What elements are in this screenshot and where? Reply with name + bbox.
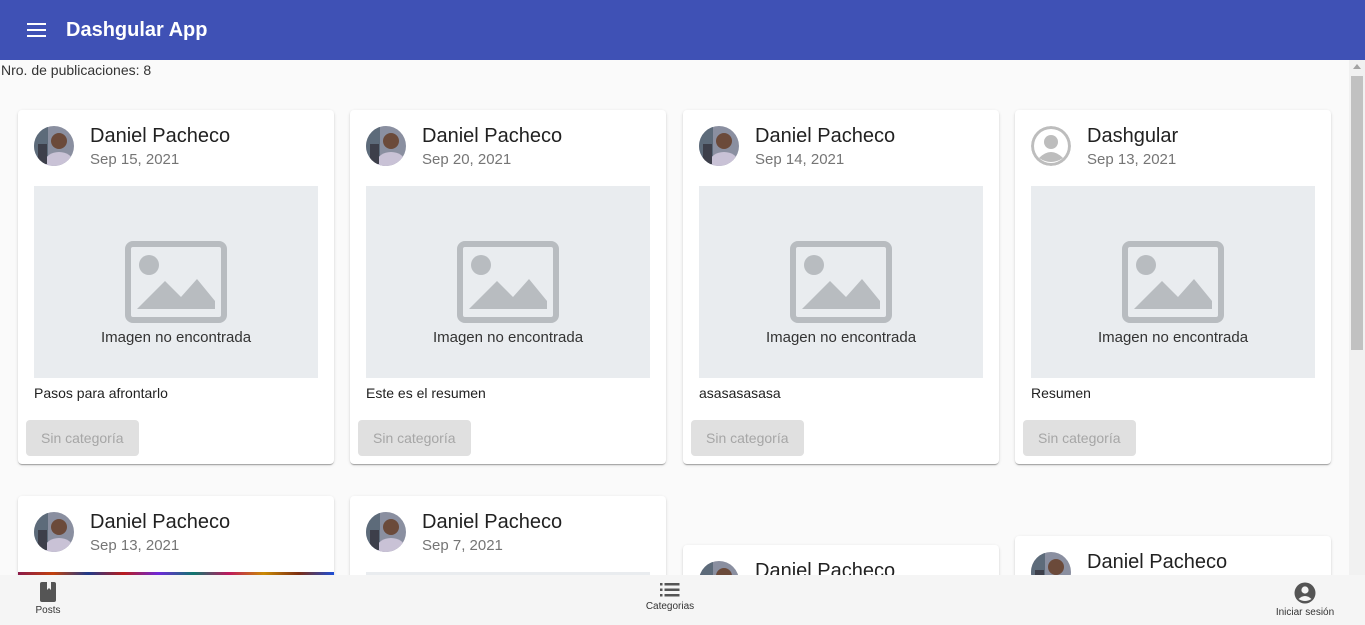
book-icon [40, 582, 56, 602]
bottom-navigation: Posts Categorias Iniciar sesión [0, 575, 1365, 625]
image-placeholder: Imagen no encontrada [366, 186, 650, 378]
post-card[interactable]: Daniel Pacheco Sep 14, 2021 Imagen no en… [683, 110, 999, 464]
image-icon [790, 241, 892, 323]
post-card[interactable]: Daniel Pacheco Sep 20, 2021 Imagen no en… [350, 110, 666, 464]
posts-count: Nro. de publicaciones: 8 [1, 62, 152, 78]
author-name: Daniel Pacheco [422, 511, 563, 533]
nav-categorias[interactable]: Categorias [640, 575, 700, 625]
author-avatar [34, 512, 74, 552]
post-summary: Este es el resumen [366, 385, 486, 401]
post-card[interactable]: Daniel Pacheco Sep 7, 2021 [350, 496, 666, 575]
author-avatar [1031, 552, 1071, 575]
image-placeholder: Imagen no encontrada [699, 186, 983, 378]
image-icon [125, 241, 227, 323]
author-avatar [699, 126, 739, 166]
account-circle-icon [1294, 582, 1316, 604]
author-name: Dashgular [1087, 125, 1179, 147]
nav-categorias-label: Categorias [645, 601, 695, 612]
author-name: Daniel Pacheco [422, 125, 563, 147]
image-placeholder: Imagen no encontrada [1031, 186, 1315, 378]
author-name: Daniel Pacheco [755, 560, 896, 575]
author-avatar [699, 561, 739, 575]
post-date: Sep 13, 2021 [90, 537, 180, 554]
image-placeholder-text: Imagen no encontrada [432, 329, 584, 346]
author-avatar [34, 126, 74, 166]
app-title: Dashgular App [66, 18, 208, 41]
category-button[interactable]: Sin categoría [691, 420, 804, 456]
top-toolbar: Dashgular App [0, 0, 1365, 60]
author-name: Daniel Pacheco [90, 511, 231, 533]
category-button[interactable]: Sin categoría [26, 420, 139, 456]
post-card[interactable]: Daniel Pacheco [683, 545, 999, 575]
category-button[interactable]: Sin categoría [358, 420, 471, 456]
nav-iniciar-sesion[interactable]: Iniciar sesión [1266, 575, 1344, 625]
post-summary: asasasasasa [699, 385, 781, 401]
image-icon [457, 241, 559, 323]
image-placeholder-text: Imagen no encontrada [100, 329, 252, 346]
image-placeholder: Imagen no encontrada [34, 186, 318, 378]
default-user-avatar [1031, 126, 1071, 166]
main-content: Nro. de publicaciones: 8 Daniel Pacheco … [0, 60, 1349, 575]
post-date: Sep 13, 2021 [1087, 151, 1177, 168]
post-card[interactable]: Dashgular Sep 13, 2021 Imagen no encontr… [1015, 110, 1331, 464]
post-date: Sep 14, 2021 [755, 151, 845, 168]
post-date: Sep 15, 2021 [90, 151, 180, 168]
author-name: Daniel Pacheco [90, 125, 231, 147]
post-summary: Resumen [1031, 385, 1091, 401]
post-date: Sep 20, 2021 [422, 151, 512, 168]
image-placeholder-text: Imagen no encontrada [765, 329, 917, 346]
post-date: Sep 7, 2021 [422, 537, 503, 554]
author-name: Daniel Pacheco [1087, 551, 1228, 573]
menu-icon[interactable] [18, 12, 54, 48]
vertical-scrollbar[interactable] [1349, 60, 1365, 575]
post-card[interactable]: Daniel Pacheco Sep 15, 2021 Imagen no en… [18, 110, 334, 464]
author-name: Daniel Pacheco [755, 125, 896, 147]
scroll-up-arrow-icon[interactable] [1353, 64, 1361, 69]
category-button[interactable]: Sin categoría [1023, 420, 1136, 456]
scrollbar-thumb[interactable] [1351, 76, 1363, 350]
nav-posts[interactable]: Posts [28, 575, 68, 625]
author-avatar [366, 126, 406, 166]
nav-posts-label: Posts [35, 605, 61, 616]
author-avatar [366, 512, 406, 552]
image-icon [1122, 241, 1224, 323]
post-card[interactable]: Daniel Pacheco [1015, 536, 1331, 575]
nav-iniciar-sesion-label: Iniciar sesión [1275, 607, 1335, 618]
post-card[interactable]: Daniel Pacheco Sep 13, 2021 [18, 496, 334, 575]
post-summary: Pasos para afrontarlo [34, 385, 168, 401]
image-placeholder-text: Imagen no encontrada [1097, 329, 1249, 346]
list-icon [660, 583, 680, 597]
